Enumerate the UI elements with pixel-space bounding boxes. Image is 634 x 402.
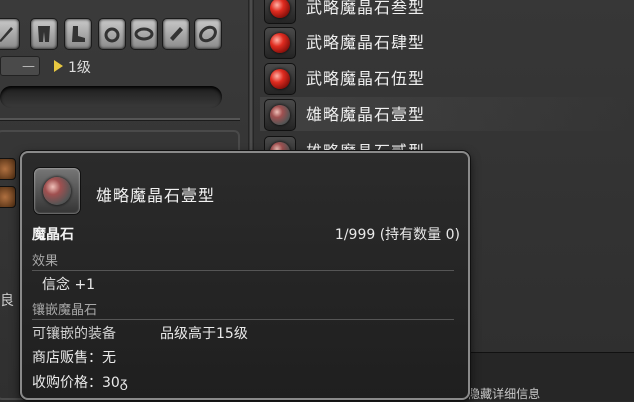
boots-icon xyxy=(72,26,85,42)
level-filter-row: — 1级 xyxy=(0,52,248,80)
side-item-icon[interactable] xyxy=(0,158,16,180)
tooltip-meld-header: 镶嵌魔晶石 xyxy=(32,299,454,320)
tooltip-effect-value: 信念 +1 xyxy=(42,277,96,293)
tooltip-meld-label: 可镶嵌的装备 xyxy=(32,326,116,342)
materia-icon-frame xyxy=(264,27,296,59)
gear-slot-feet[interactable] xyxy=(64,18,92,50)
earring-icon xyxy=(104,27,120,43)
gear-slot-row xyxy=(0,16,248,52)
materia-list-item[interactable]: 武略魔晶石伍型 xyxy=(260,61,632,95)
side-glyph: 良 xyxy=(0,293,14,309)
tooltip-meld-value: 品级高于15级 xyxy=(160,326,248,342)
materia-list-item[interactable]: 武略魔晶石肆型 xyxy=(260,25,632,59)
feather-icon xyxy=(0,27,13,42)
level-slider[interactable] xyxy=(0,86,222,108)
materia-gem-icon xyxy=(43,177,71,205)
tooltip-item-category: 魔晶石 xyxy=(32,227,74,243)
materia-item-label: 雄略魔晶石壹型 xyxy=(306,105,426,124)
materia-icon-frame xyxy=(264,63,296,95)
level-minus-button[interactable]: — xyxy=(0,56,40,76)
necklace-icon xyxy=(134,27,154,41)
gear-slot-weapon[interactable] xyxy=(0,18,20,50)
tooltip-item-icon-frame xyxy=(33,167,81,215)
play-arrow-icon xyxy=(54,60,63,72)
tooltip-item-quantity: 1/999 (持有数量 0) xyxy=(334,227,460,243)
side-item-icon[interactable] xyxy=(0,186,16,208)
materia-list-item-selected[interactable]: 雄略魔晶石壹型 xyxy=(260,97,632,131)
materia-gem-icon xyxy=(270,69,290,89)
materia-item-label: 武略魔晶石伍型 xyxy=(306,69,426,88)
tooltip-effect-header: 效果 xyxy=(32,250,454,271)
tooltip-buyback-price: 收购价格：30ᵹ xyxy=(32,375,128,391)
level-label: 1级 xyxy=(68,60,91,76)
gear-slot-necklace[interactable] xyxy=(130,18,158,50)
gear-slot-legs[interactable] xyxy=(30,18,58,50)
gear-slot-earring[interactable] xyxy=(98,18,126,50)
materia-icon-frame xyxy=(264,0,296,24)
gear-slot-bracelet[interactable] xyxy=(162,18,190,50)
materia-item-label: 武略魔晶石叁型 xyxy=(306,0,426,17)
pants-icon xyxy=(38,26,50,42)
ring-icon xyxy=(199,25,217,43)
tooltip-item-name: 雄略魔晶石壹型 xyxy=(96,186,216,205)
materia-gem-icon xyxy=(270,0,290,18)
item-tooltip: 雄略魔晶石壹型 魔晶石 1/999 (持有数量 0) 效果 信念 +1 镶嵌魔晶… xyxy=(20,151,470,400)
materia-gem-icon xyxy=(270,33,290,53)
panel-divider xyxy=(0,118,240,121)
tooltip-shop-sale: 商店贩售：无 xyxy=(32,350,116,366)
bracelet-icon xyxy=(170,27,183,41)
materia-list-item[interactable]: 武略魔晶石叁型 xyxy=(260,0,632,24)
materia-icon-frame xyxy=(264,99,296,131)
gear-slot-ring[interactable] xyxy=(194,18,222,50)
materia-item-label: 武略魔晶石肆型 xyxy=(306,33,426,52)
materia-gem-icon xyxy=(270,105,290,125)
